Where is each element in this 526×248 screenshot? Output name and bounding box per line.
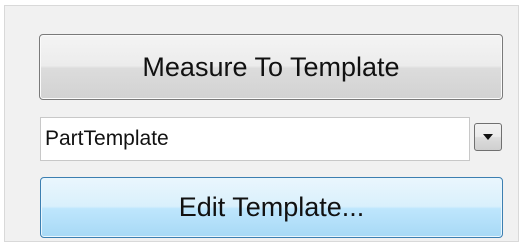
template-panel: Measure To Template PartTemplate Edit Te… xyxy=(4,5,519,242)
measure-to-template-label: Measure To Template xyxy=(142,51,400,82)
edit-template-label: Edit Template... xyxy=(178,192,365,222)
template-select[interactable]: PartTemplate xyxy=(40,117,470,161)
measure-to-template-button[interactable]: Measure To Template xyxy=(39,34,503,100)
chevron-down-icon xyxy=(483,134,493,140)
template-select-value: PartTemplate xyxy=(45,127,169,150)
template-dropdown-button[interactable] xyxy=(474,123,502,151)
edit-template-button[interactable]: Edit Template... xyxy=(40,177,503,238)
